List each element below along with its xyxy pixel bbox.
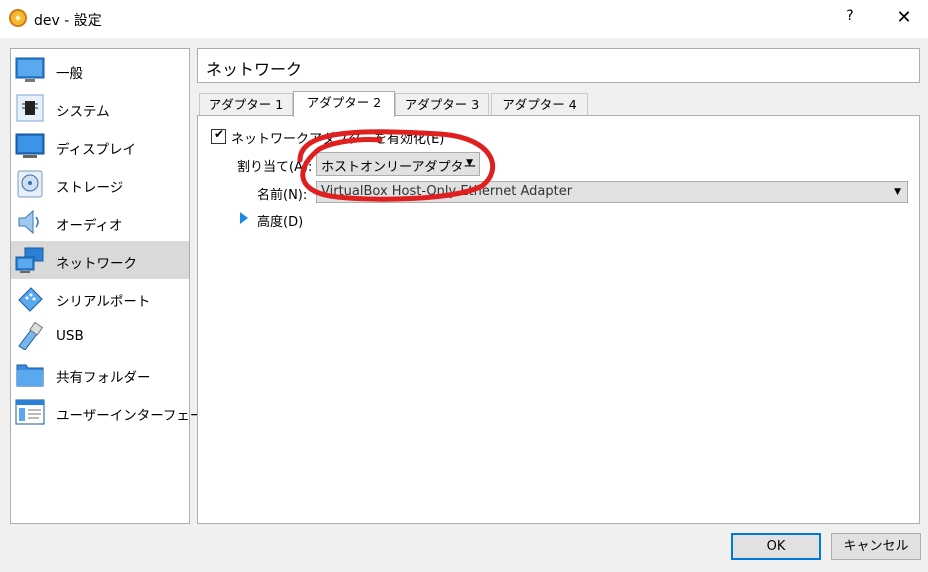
- attached-to-label: 割り当て(A):: [237, 160, 313, 175]
- close-button[interactable]: ✕: [892, 6, 916, 30]
- tab-adapter-2[interactable]: アダプター 2: [293, 91, 395, 117]
- shared-folder-icon: [16, 364, 44, 387]
- storage-icon: [17, 170, 43, 198]
- title-bar: dev - 設定 ? ✕: [0, 0, 928, 38]
- attached-to-value: ホストオンリーアダプター: [321, 160, 477, 175]
- sidebar-item-general[interactable]: 一般: [11, 51, 189, 89]
- adapter-name-value: VirtualBox Host-Only Ethernet Adapter: [321, 184, 573, 199]
- advanced-toggle[interactable]: 高度(D): [257, 211, 303, 230]
- checkmark-icon: ✔: [214, 127, 225, 141]
- adapter-name-label: 名前(N):: [257, 188, 308, 203]
- sidebar-item-user-interface[interactable]: ユーザーインターフェース: [11, 393, 216, 431]
- adapter-name-select[interactable]: VirtualBox Host-Only Ethernet Adapter ▼: [316, 181, 908, 203]
- display-icon: [15, 133, 45, 158]
- tab-adapter-1[interactable]: アダプター 1: [199, 93, 293, 116]
- chevron-down-icon: ▼: [466, 158, 473, 168]
- sidebar-item-network[interactable]: ネットワーク: [11, 241, 189, 279]
- audio-icon: [18, 209, 39, 235]
- sidebar-item-label: オーディオ: [56, 218, 123, 234]
- sidebar-item-label: ストレージ: [56, 180, 124, 196]
- window-title: dev - 設定: [34, 13, 102, 29]
- sidebar-item-label: ユーザーインターフェース: [56, 408, 217, 424]
- user-interface-icon: [15, 399, 45, 425]
- sidebar-item-label: システム: [56, 104, 110, 120]
- sidebar-item-label: ネットワーク: [56, 256, 137, 272]
- sidebar-item-label: USB: [56, 328, 84, 344]
- general-icon: [15, 57, 45, 82]
- sidebar-item-label: 一般: [56, 66, 83, 82]
- sidebar-item-storage[interactable]: ストレージ: [11, 165, 189, 203]
- tab-adapter-4[interactable]: アダプター 4: [491, 93, 588, 116]
- usb-icon: [18, 322, 44, 350]
- page-header: ネットワーク: [197, 48, 920, 83]
- attached-to-select[interactable]: ホストオンリーアダプター ▼: [316, 152, 480, 176]
- sidebar-item-label: ディスプレイ: [56, 142, 137, 158]
- sidebar-item-label: シリアルポート: [56, 294, 151, 310]
- network-icon: [15, 247, 44, 273]
- sidebar-item-shared-folders[interactable]: 共有フォルダー: [11, 355, 189, 393]
- sidebar-item-serial-port[interactable]: シリアルポート: [11, 279, 189, 317]
- enable-adapter-label: ネットワークアダプターを有効化(E): [231, 132, 445, 147]
- settings-sidebar: 一般 システム ディスプレイ ストレージ オーディオ ネットワーク シリアルポー…: [10, 48, 216, 524]
- system-icon: [16, 94, 44, 122]
- sidebar-item-system[interactable]: システム: [11, 89, 189, 127]
- sidebar-item-usb[interactable]: USB: [11, 317, 189, 355]
- enable-adapter-checkbox[interactable]: ✔: [211, 127, 226, 144]
- expand-arrow-icon[interactable]: [240, 212, 248, 224]
- serial-port-icon: [18, 287, 43, 312]
- sidebar-item-audio[interactable]: オーディオ: [11, 203, 189, 241]
- ok-button[interactable]: OK: [731, 533, 821, 560]
- cancel-button[interactable]: キャンセル: [831, 533, 921, 560]
- virtualbox-icon: [9, 9, 27, 27]
- page-title: ネットワーク: [206, 60, 303, 79]
- sidebar-item-label: 共有フォルダー: [56, 370, 151, 386]
- adapter-panel: [197, 115, 920, 524]
- tab-adapter-3[interactable]: アダプター 3: [395, 93, 489, 116]
- chevron-down-icon: ▼: [894, 187, 901, 197]
- help-button[interactable]: ?: [840, 8, 860, 28]
- sidebar-item-display[interactable]: ディスプレイ: [11, 127, 189, 165]
